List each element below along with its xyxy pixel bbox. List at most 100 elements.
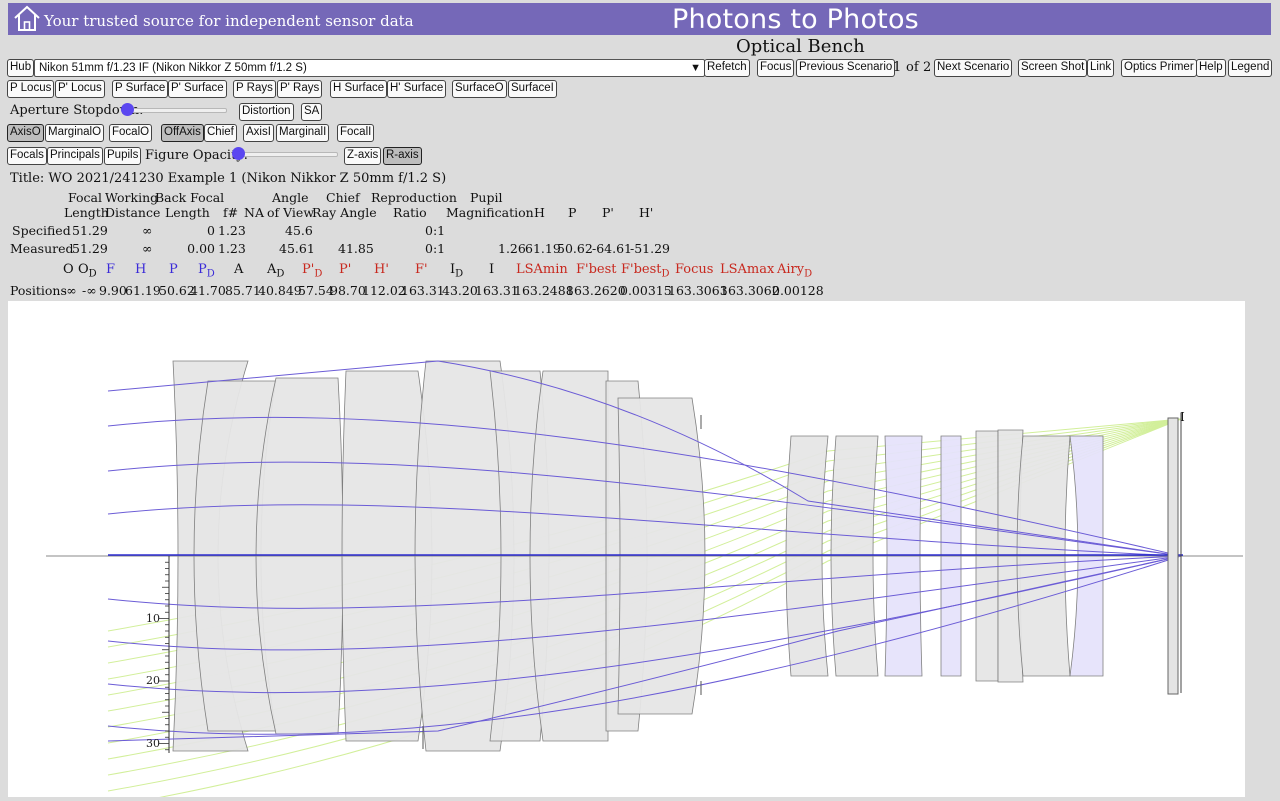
- slider-thumb[interactable]: [121, 103, 134, 116]
- sym-od: OD: [78, 262, 97, 280]
- pos-fbestd: 0.00315: [620, 283, 672, 298]
- surfaceo-button[interactable]: SurfaceO: [452, 80, 507, 98]
- distortion-button[interactable]: Distortion: [239, 103, 294, 121]
- col-repro-2: Ratio: [393, 205, 427, 220]
- measured-working: ∞: [142, 241, 153, 256]
- col-repro-1: Reproduction: [371, 190, 457, 205]
- sym-p: P: [169, 262, 178, 277]
- image-plane-label: I: [1180, 410, 1185, 424]
- focus-button[interactable]: Focus: [757, 59, 795, 77]
- optics-primer-button[interactable]: Optics Primer: [1121, 59, 1197, 77]
- sa-button[interactable]: SA: [301, 103, 323, 121]
- sym-o: O: [63, 262, 74, 277]
- lens-diagram-svg: I 10 20 30: [46, 360, 1243, 801]
- site-brand[interactable]: Photons to Photos: [672, 4, 919, 35]
- col-chief-2: Ray Angle: [312, 205, 377, 220]
- optical-diagram[interactable]: I 10 20 30: [8, 301, 1245, 801]
- p-prime-rays-button[interactable]: P' Rays: [277, 80, 323, 98]
- col-pp: P': [602, 205, 614, 220]
- col-h: H: [534, 205, 545, 220]
- pos-o: -∞: [62, 283, 77, 298]
- specified-angle: 45.6: [285, 223, 313, 238]
- refetch-button[interactable]: Refetch: [704, 59, 750, 77]
- axis-tick-30: 30: [146, 737, 160, 750]
- axis-tick-20: 20: [146, 674, 160, 687]
- col-focal-2: Length: [64, 205, 109, 220]
- site-tagline: Your trusted source for independent sens…: [44, 12, 414, 30]
- focals-button[interactable]: Focals: [7, 147, 47, 165]
- measured-fnum: 1.23: [218, 241, 246, 256]
- next-scenario-button[interactable]: Next Scenario: [934, 59, 1013, 77]
- measured-h: 61.19: [525, 241, 561, 256]
- axis-tick-10: 10: [146, 612, 160, 625]
- page-title: Optical Bench: [736, 36, 865, 57]
- sym-id: ID: [450, 262, 464, 280]
- col-angle-2: of View: [267, 205, 315, 220]
- pos-f: 9.90: [99, 283, 127, 298]
- axiso-button[interactable]: AxisO: [7, 124, 44, 142]
- sym-lsamin: LSAmin: [516, 262, 568, 277]
- row-label-specified: Specified: [12, 223, 71, 238]
- focalo-button[interactable]: FocalO: [109, 124, 153, 142]
- slider-thumb[interactable]: [232, 147, 245, 160]
- h-prime-surface-button[interactable]: H' Surface: [387, 80, 447, 98]
- measured-pupil: 1.26: [498, 241, 526, 256]
- home-icon[interactable]: [12, 4, 42, 32]
- sym-pd: PD: [198, 262, 215, 280]
- lens-select[interactable]: Nikon 51mm f/1.23 IF (Nikon Nikkor Z 50m…: [34, 59, 705, 77]
- sym-f: F: [106, 262, 116, 277]
- legend-button[interactable]: Legend: [1228, 59, 1273, 77]
- chief-button[interactable]: Chief: [204, 124, 237, 142]
- pos-lsamax: 163.3062: [720, 283, 780, 298]
- col-back-1: Back Focal: [155, 190, 225, 205]
- col-working-2: Distance: [105, 205, 161, 220]
- r-axis-button[interactable]: R-axis: [383, 147, 422, 165]
- focali-button[interactable]: FocalI: [337, 124, 375, 142]
- help-button[interactable]: Help: [1196, 59, 1226, 77]
- marginali-button[interactable]: MarginalI: [276, 124, 330, 142]
- link-button[interactable]: Link: [1087, 59, 1115, 77]
- sym-fp: F': [415, 262, 428, 277]
- screen-shot-button[interactable]: Screen Shot: [1018, 59, 1088, 77]
- measured-angle: 45.61: [279, 241, 315, 256]
- p-prime-locus-button[interactable]: P' Locus: [55, 80, 105, 98]
- scenario-of: of: [906, 60, 919, 75]
- previous-scenario-button[interactable]: Previous Scenario: [796, 59, 896, 77]
- pos-pd: 41.70: [190, 283, 226, 298]
- z-axis-button[interactable]: Z-axis: [344, 147, 382, 165]
- marginalo-button[interactable]: MarginalO: [45, 124, 105, 142]
- slider-track: [234, 152, 338, 157]
- p-rays-button[interactable]: P Rays: [233, 80, 276, 98]
- col-pupil-1: Pupil: [470, 190, 503, 205]
- scenario-current: 1: [893, 60, 902, 75]
- aperture-stopdown-slider[interactable]: [121, 103, 227, 116]
- sym-h: H: [135, 262, 147, 277]
- measured-focal: 51.29: [72, 241, 108, 256]
- figure-opacity-slider[interactable]: [232, 147, 338, 160]
- principals-button[interactable]: Principals: [47, 147, 103, 165]
- pos-ad: 40.849: [258, 283, 302, 298]
- offaxis-button[interactable]: OffAxis: [161, 124, 204, 142]
- col-fnum: f#: [223, 205, 239, 220]
- surfacei-button[interactable]: SurfaceI: [508, 80, 557, 98]
- specified-back: 0: [207, 223, 215, 238]
- col-chief-1: Chief: [326, 190, 360, 205]
- pos-a: 85.71: [225, 283, 261, 298]
- p-locus-button[interactable]: P Locus: [7, 80, 55, 98]
- measured-p: 50.62: [557, 241, 593, 256]
- col-working-1: Working: [105, 190, 159, 205]
- pos-h: 61.19: [125, 283, 161, 298]
- p-prime-surface-button[interactable]: P' Surface: [168, 80, 227, 98]
- measured-pp: -64.61: [592, 241, 633, 256]
- slider-track: [123, 108, 227, 113]
- h-surface-button[interactable]: H Surface: [330, 80, 388, 98]
- sym-hp: H': [374, 262, 389, 277]
- sym-ppd: P'D: [302, 262, 323, 280]
- sym-fbest: F'best: [576, 262, 617, 277]
- col-angle-1: Angle: [272, 190, 309, 205]
- axisi-button[interactable]: AxisI: [243, 124, 274, 142]
- image-sensor: [1167, 417, 1179, 695]
- hub-button[interactable]: Hub: [7, 59, 35, 77]
- p-surface-button[interactable]: P Surface: [112, 80, 169, 98]
- pupils-button[interactable]: Pupils: [104, 147, 142, 165]
